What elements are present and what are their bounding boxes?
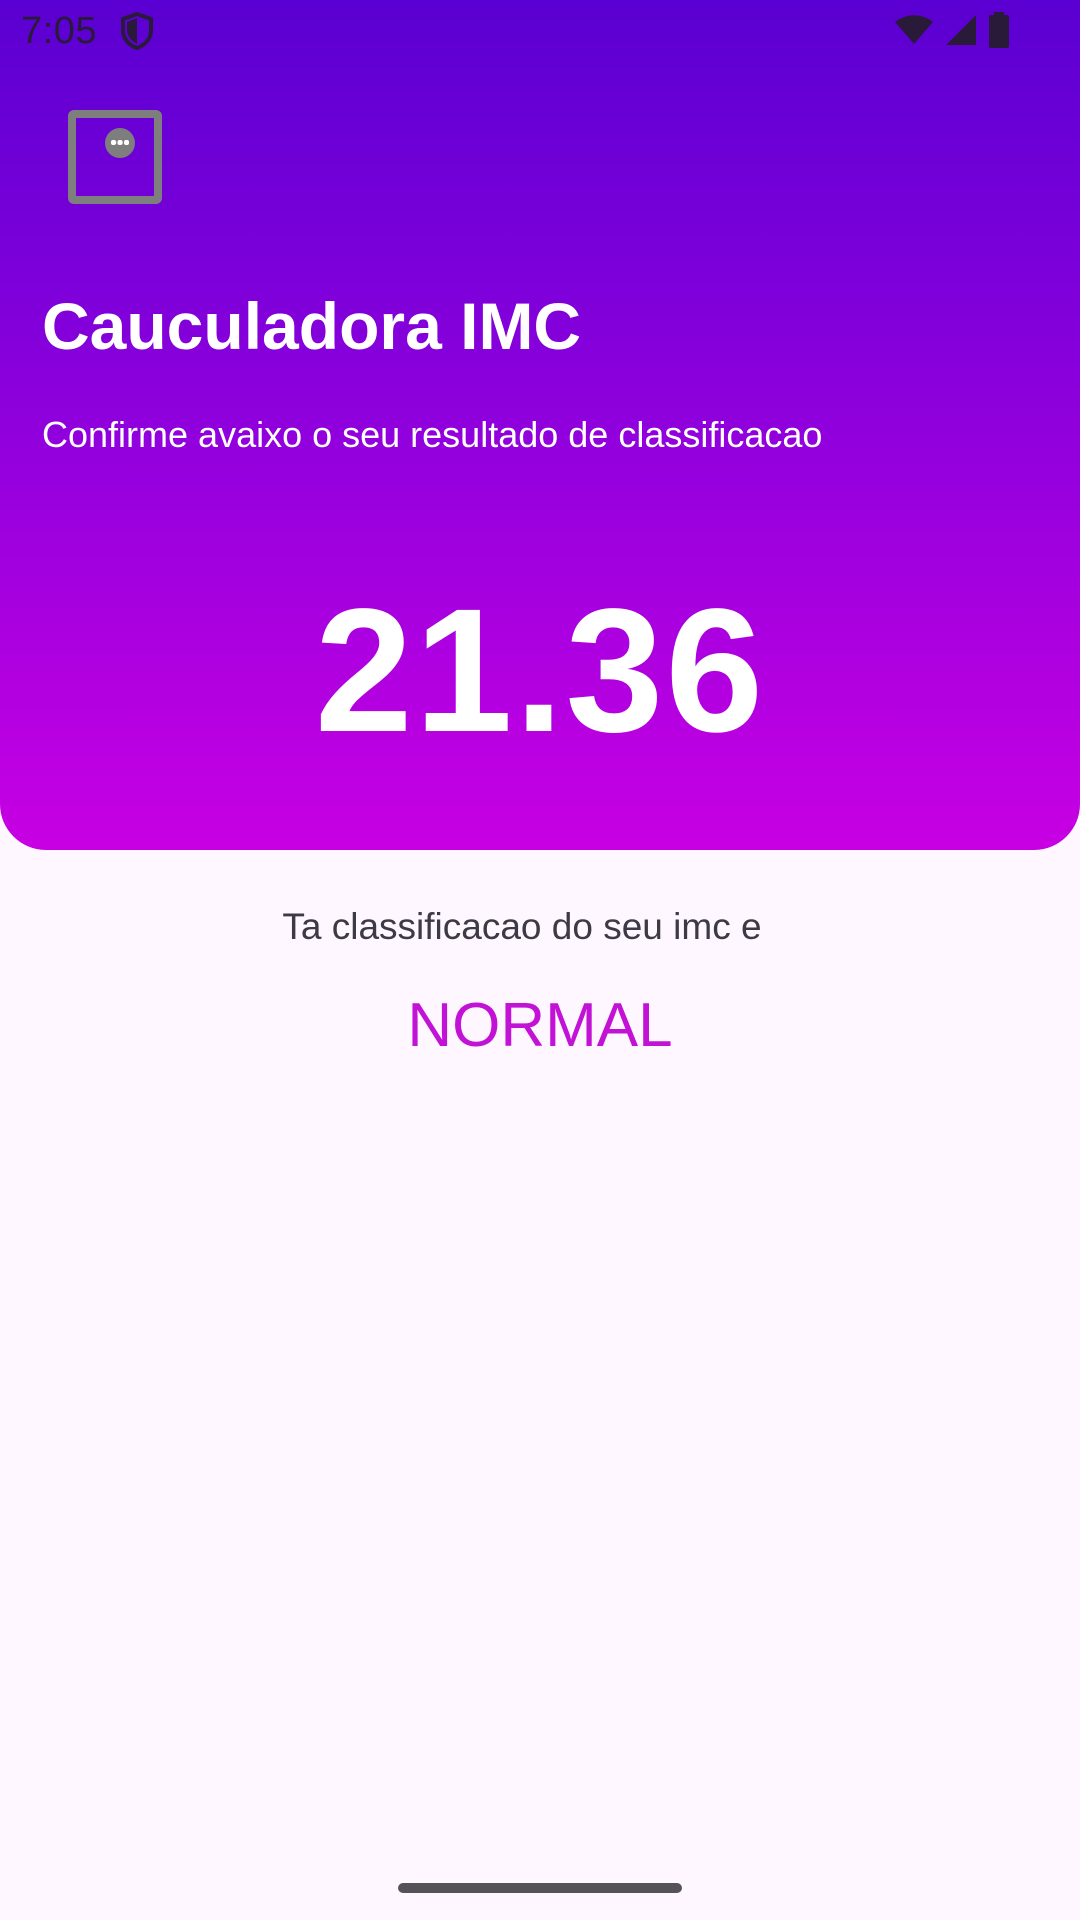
page-subtitle: Confirme avaixo o seu resultado de class… xyxy=(42,414,823,455)
status-icons xyxy=(894,12,1010,48)
wifi-icon xyxy=(895,15,933,44)
result-header: 7:05 Cauculadora IMC Confirme avaixo o s… xyxy=(0,0,1080,850)
status-bar: 7:05 xyxy=(0,0,1080,64)
battery-icon xyxy=(989,12,1009,48)
classification-value: NORMAL xyxy=(407,991,673,1060)
gesture-nav-handle[interactable] xyxy=(398,1883,682,1893)
chat-box-icon xyxy=(105,128,135,158)
classification-label: Ta classificacao do seu imc e xyxy=(282,906,762,947)
shield-icon xyxy=(121,12,153,50)
back-button[interactable] xyxy=(68,110,162,204)
status-time: 7:05 xyxy=(21,10,97,52)
imc-value: 21.36 xyxy=(314,573,766,769)
page-title: Cauculadora IMC xyxy=(42,289,582,363)
cellular-signal-icon xyxy=(946,15,976,45)
